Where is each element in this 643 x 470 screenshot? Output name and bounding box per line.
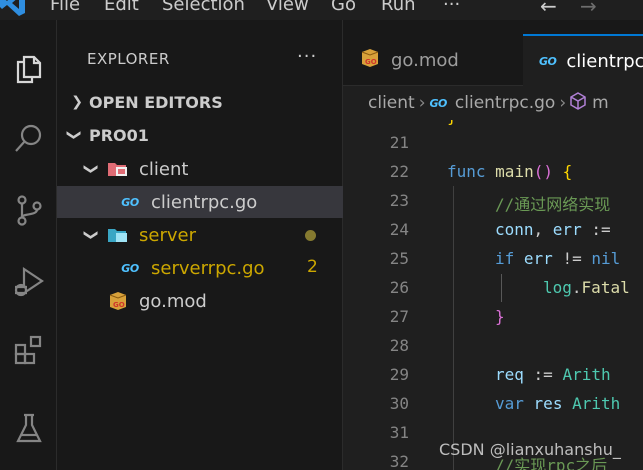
- line-number: 30: [389, 394, 409, 413]
- chevron-down-icon: ❯: [83, 163, 99, 175]
- breadcrumb-symbol[interactable]: m: [592, 93, 609, 113]
- code-text: }: [495, 307, 505, 326]
- tree-file-gomod-label: go.mod: [139, 290, 207, 312]
- line-number: 29: [389, 365, 409, 384]
- explorer-title: EXPLORER: [87, 50, 170, 68]
- svg-text:GO: GO: [113, 301, 125, 309]
- go-file-icon: GO: [121, 195, 139, 209]
- open-editors-section[interactable]: ❯ OPEN EDITORS: [57, 88, 343, 116]
- back-arrow-icon[interactable]: ←: [540, 0, 557, 18]
- line-number: 21: [389, 133, 409, 152]
- indent-guide: [453, 186, 454, 470]
- code-text: var res Arith: [495, 394, 621, 413]
- menu-file[interactable]: File: [50, 0, 80, 15]
- tree-file-serverrpc-label: serverrpc.go: [151, 257, 265, 279]
- chevron-right-icon: ❯: [71, 94, 83, 110]
- tab-gomod[interactable]: GO go.mod: [343, 34, 523, 86]
- tree-folder-server[interactable]: ❯ server: [57, 219, 343, 251]
- tab-gomod-label: go.mod: [391, 49, 459, 71]
- title-bar: File Edit Selection View Go Run ··· ← →: [0, 0, 643, 20]
- tree-file-gomod[interactable]: GO go.mod: [57, 285, 343, 317]
- code-line-26: 26 log.Fatal: [343, 274, 643, 303]
- explorer-more-actions[interactable]: ···: [297, 46, 317, 67]
- run-debug-icon[interactable]: [0, 252, 57, 312]
- tab-clientrpc-label: clientrpc.go: [566, 50, 643, 72]
- line-number: 27: [389, 307, 409, 326]
- code-text: log.Fatal: [543, 278, 630, 297]
- line-number: 26: [389, 278, 409, 297]
- line-number: 22: [389, 162, 409, 181]
- menu-go[interactable]: Go: [331, 0, 356, 15]
- gomod-icon: GO: [359, 48, 381, 72]
- code-editor[interactable]: } 21 22 func main() { 23 //通过网络实现 24 con…: [343, 120, 643, 470]
- tree-file-clientrpc[interactable]: GO clientrpc.go: [57, 186, 343, 218]
- code-line-23: 23 //通过网络实现: [343, 187, 643, 216]
- watermark: CSDN @lianxuhanshu_: [439, 440, 621, 459]
- code-line-28: 28: [343, 332, 643, 361]
- go-file-icon: GO: [121, 261, 139, 275]
- line-number: 31: [389, 423, 409, 442]
- extensions-icon[interactable]: [0, 320, 57, 380]
- go-file-icon: GO: [539, 54, 557, 68]
- indent-guide: [501, 274, 502, 302]
- breadcrumb: client › GO clientrpc.go › m: [343, 86, 643, 120]
- modified-dot-icon: [305, 230, 316, 241]
- editor-tabs: GO go.mod GO clientrpc.go: [343, 20, 643, 86]
- chevron-right-icon: ›: [418, 93, 426, 113]
- source-control-icon[interactable]: [0, 180, 57, 240]
- problems-count-badge: 2: [307, 257, 318, 277]
- line-number: 28: [389, 336, 409, 355]
- testing-flask-icon[interactable]: [0, 398, 57, 458]
- code-line-29: 29 req := Arith: [343, 361, 643, 390]
- vscode-logo-icon: [0, 0, 26, 18]
- line-number: 23: [389, 191, 409, 210]
- line-number: 24: [389, 220, 409, 239]
- chevron-down-icon: ❯: [83, 229, 99, 241]
- forward-arrow-icon[interactable]: →: [580, 0, 597, 18]
- tree-folder-server-label: server: [139, 224, 196, 246]
- tree-file-serverrpc[interactable]: GO serverrpc.go 2: [57, 252, 343, 284]
- code-text: func main() {: [447, 162, 573, 181]
- code-text: if err != nil: [495, 249, 621, 268]
- server-folder-icon: [107, 225, 129, 245]
- tree-folder-client[interactable]: ❯ client: [57, 153, 343, 185]
- go-file-icon: GO: [429, 96, 448, 110]
- code-text: }: [447, 120, 457, 126]
- search-icon[interactable]: [0, 108, 57, 168]
- symbol-method-icon: [570, 91, 586, 115]
- code-line-21: 21: [343, 129, 643, 158]
- svg-text:GO: GO: [365, 58, 377, 66]
- menu-selection[interactable]: Selection: [162, 0, 245, 15]
- code-text: req := Arith: [495, 365, 611, 384]
- tab-clientrpc[interactable]: GO clientrpc.go: [523, 34, 643, 86]
- line-number: 25: [389, 249, 409, 268]
- gomod-icon: GO: [107, 291, 129, 311]
- activity-bar: [0, 20, 57, 470]
- code-line-24: 24 conn, err :=: [343, 216, 643, 245]
- code-line-22: 22 func main() {: [343, 158, 643, 187]
- breadcrumb-file[interactable]: clientrpc.go: [455, 93, 555, 113]
- breadcrumb-folder[interactable]: client: [368, 93, 415, 113]
- chevron-right-icon: ›: [559, 93, 567, 113]
- line-number: 32: [389, 452, 409, 470]
- code-line-30: 30 var res Arith: [343, 390, 643, 419]
- explorer-icon[interactable]: [0, 38, 57, 98]
- menu-edit[interactable]: Edit: [104, 0, 139, 15]
- code-line-27: 27 }: [343, 303, 643, 332]
- menu-more[interactable]: ···: [443, 0, 460, 15]
- project-section[interactable]: ❯ PRO01: [57, 121, 343, 149]
- explorer-sidebar: EXPLORER ··· ❯ OPEN EDITORS ❯ PRO01 ❯ cl…: [57, 20, 343, 470]
- code-line-25: 25 if err != nil: [343, 245, 643, 274]
- code-comment: //通过网络实现: [495, 195, 611, 214]
- menu-run[interactable]: Run: [381, 0, 416, 15]
- project-label: PRO01: [89, 125, 149, 145]
- chevron-down-icon: ❯: [66, 129, 82, 141]
- open-editors-label: OPEN EDITORS: [89, 92, 223, 112]
- menu-view[interactable]: View: [266, 0, 309, 15]
- tree-file-clientrpc-label: clientrpc.go: [151, 191, 258, 213]
- code-text: conn, err :=: [495, 220, 611, 239]
- client-folder-icon: [107, 159, 129, 179]
- tree-folder-client-label: client: [139, 158, 189, 180]
